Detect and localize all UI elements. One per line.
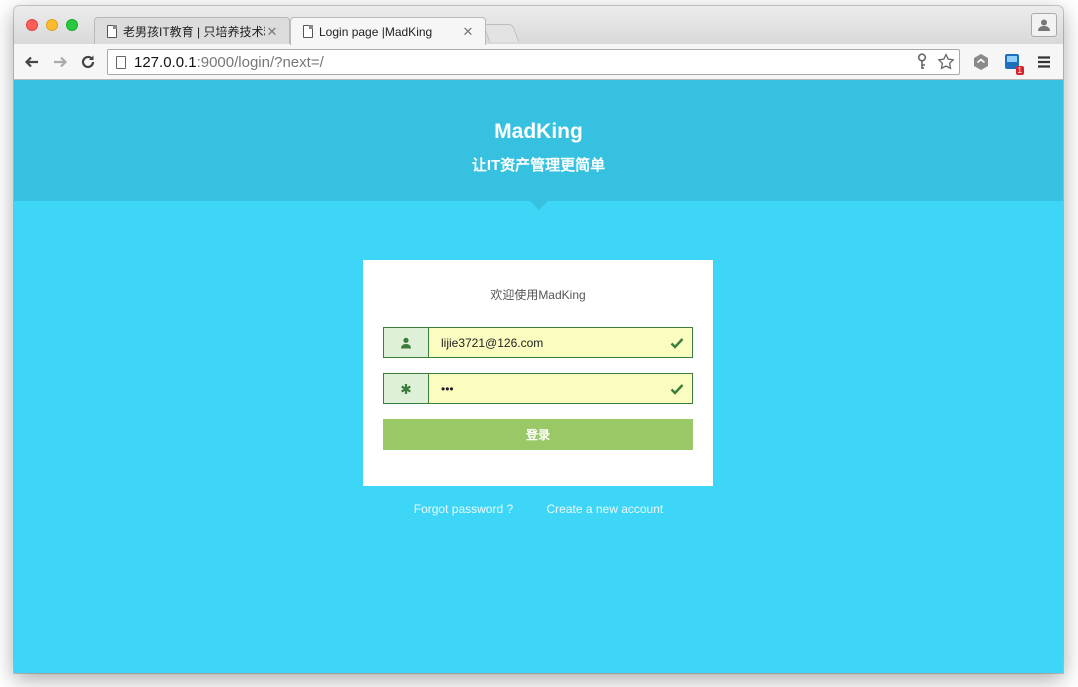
username-addon	[384, 328, 429, 357]
site-subtitle: 让IT资产管理更简单	[471, 157, 606, 174]
url-path: :9000/login/?next=/	[196, 53, 324, 71]
key-icon[interactable]	[913, 53, 931, 71]
login-page: MadKing 让IT资产管理更简单 欢迎使用MadKing lijie3721…	[14, 80, 1063, 673]
extension-badge-button[interactable]: 1	[1002, 52, 1024, 75]
page-icon	[303, 25, 313, 38]
hexagon-extension-icon	[974, 54, 988, 70]
address-bar[interactable]: 127.0.0.1:9000/login/?next=/	[107, 49, 960, 75]
login-card: 欢迎使用MadKing lijie3721@126.com ••• 登录	[363, 260, 713, 486]
menu-button[interactable]	[1034, 52, 1054, 72]
welcome-text: 欢迎使用MadKing	[490, 288, 586, 302]
star-icon[interactable]	[937, 53, 955, 71]
password-addon	[384, 374, 429, 403]
extension-badge-count: 1	[1015, 66, 1024, 75]
check-icon	[670, 338, 684, 349]
site-title: MadKing	[494, 120, 583, 143]
close-window-button[interactable]	[26, 19, 38, 31]
auth-links: Forgot password ? Create a new account	[14, 502, 1063, 516]
page-icon	[107, 25, 117, 38]
profile-button[interactable]	[1031, 13, 1057, 37]
hamburger-menu-icon	[1038, 56, 1050, 68]
user-icon	[401, 337, 411, 348]
username-input[interactable]	[429, 328, 692, 357]
password-field	[383, 373, 693, 404]
login-button[interactable]: 登录	[383, 419, 693, 450]
reload-button[interactable]	[78, 52, 98, 72]
minimize-window-button[interactable]	[46, 19, 58, 31]
browser-toolbar: 127.0.0.1:9000/login/?next=/ 1	[14, 44, 1063, 80]
check-icon	[670, 384, 684, 395]
arrow-right-icon	[54, 56, 68, 68]
browser-window: 老男孩IT教育 | 只培养技术精 ✕ Login page |MadKing ✕	[14, 6, 1063, 673]
page-icon	[116, 55, 126, 69]
forward-button[interactable]	[50, 52, 70, 72]
header-caret	[530, 201, 548, 210]
asterisk-icon	[401, 383, 411, 394]
page-header: MadKing 让IT资产管理更简单	[14, 80, 1063, 201]
create-account-link[interactable]: Create a new account	[546, 502, 663, 516]
url-host: 127.0.0.1	[134, 53, 197, 71]
tab-login-page[interactable]: Login page |MadKing ✕	[290, 17, 486, 45]
tab-oldboy[interactable]: 老男孩IT教育 | 只培养技术精 ✕	[94, 17, 290, 45]
tab-close-icon[interactable]: ✕	[265, 24, 279, 40]
person-icon	[1038, 19, 1050, 31]
back-button[interactable]	[22, 52, 42, 72]
new-tab-button[interactable]	[482, 24, 520, 42]
tab-close-icon[interactable]: ✕	[461, 24, 475, 40]
arrow-left-icon	[24, 56, 38, 68]
address-bar-actions	[913, 53, 955, 71]
password-input[interactable]	[429, 374, 692, 403]
extension-button[interactable]	[971, 52, 991, 72]
tab-title: 老男孩IT教育 | 只培养技术精	[123, 25, 265, 39]
tab-title: Login page |MadKing	[319, 24, 433, 39]
reload-icon	[81, 55, 95, 69]
forgot-password-link[interactable]: Forgot password ?	[414, 502, 513, 516]
zoom-window-button[interactable]	[66, 19, 78, 31]
username-field	[383, 327, 693, 358]
tab-strip: 老男孩IT教育 | 只培养技术精 ✕ Login page |MadKing ✕	[14, 6, 1063, 45]
